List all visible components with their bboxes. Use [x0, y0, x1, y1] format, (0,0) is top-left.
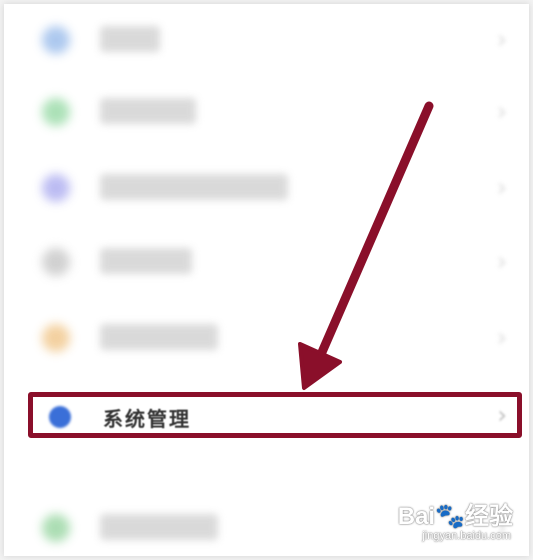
paw-icon: 🐾 [435, 503, 465, 530]
watermark-url: jingyan.baidu.com [422, 530, 511, 542]
watermark-brand: Bai🐾经验 [397, 503, 513, 530]
arrow-shaft [311, 101, 434, 371]
settings-screen: › › › › › › 系统管理 › Bai🐾经验 jingyan.baidu.… [4, 4, 529, 556]
annotation-arrow [298, 101, 434, 390]
baidu-jingyan-watermark: Bai🐾经验 jingyan.baidu.com [373, 496, 513, 542]
